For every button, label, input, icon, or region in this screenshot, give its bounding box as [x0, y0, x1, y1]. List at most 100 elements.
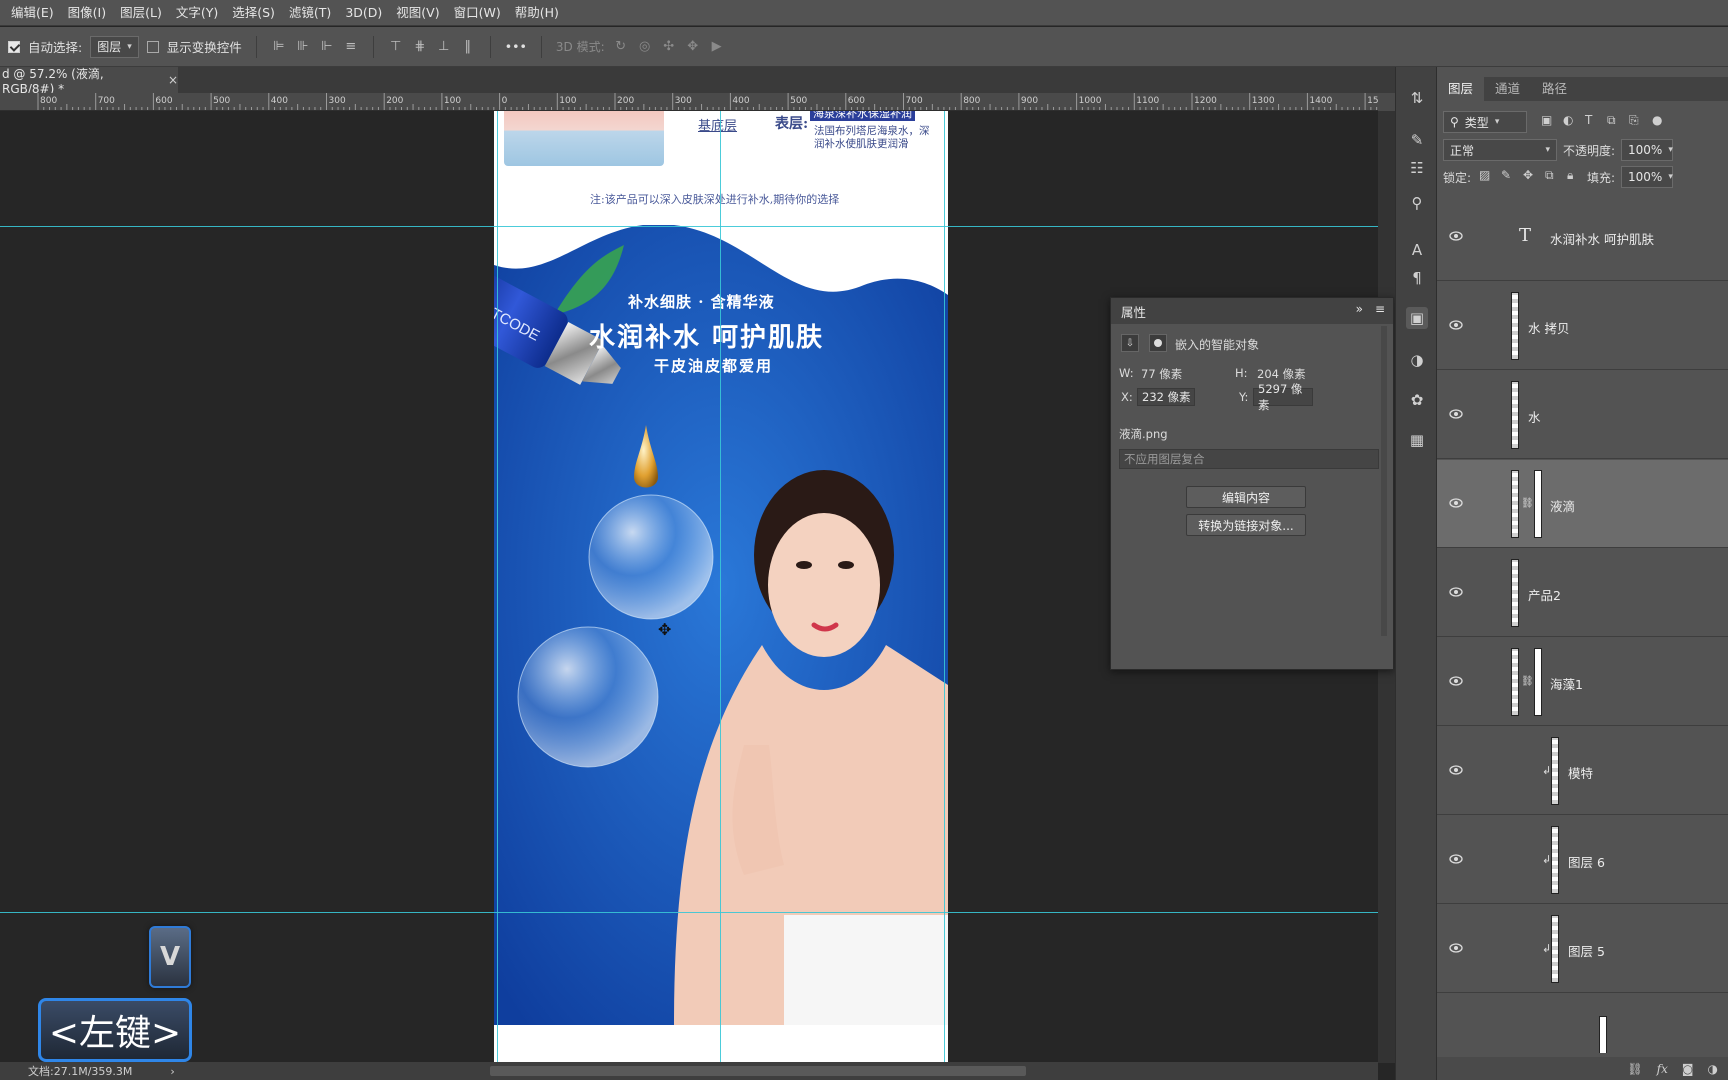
properties-header[interactable]: 属性 » ≡: [1111, 298, 1393, 324]
fill-field[interactable]: 100% ▾: [1621, 166, 1673, 188]
y-position-field[interactable]: 5297 像素: [1253, 382, 1313, 412]
guide-vertical[interactable]: [944, 111, 945, 1063]
height-value[interactable]: 204 像素: [1257, 366, 1306, 382]
layer-name[interactable]: 图层 6: [1568, 852, 1605, 871]
link-icon[interactable]: ⛓: [1521, 498, 1534, 509]
3d-pan-icon[interactable]: ✣: [661, 39, 677, 55]
lock-position-icon[interactable]: ✥: [1523, 168, 1533, 182]
layer-row[interactable]: T 水润补水 呵护肌肤: [1437, 193, 1728, 281]
distribute-horizontal-icon[interactable]: ‖: [460, 39, 476, 55]
properties-icon[interactable]: ▣: [1406, 307, 1428, 329]
lock-artboard-icon[interactable]: ⧉: [1545, 168, 1554, 183]
link-layers-icon[interactable]: ⛓: [1627, 1062, 1642, 1076]
close-icon[interactable]: ×: [168, 73, 178, 87]
tab-layers[interactable]: 图层: [1437, 77, 1485, 101]
layer-row[interactable]: 水 拷贝: [1437, 282, 1728, 370]
guide-vertical[interactable]: [497, 111, 498, 1063]
guide-horizontal[interactable]: [0, 912, 1378, 913]
filter-pixel-icon[interactable]: ▣: [1541, 113, 1552, 127]
layer-row[interactable]: 水: [1437, 371, 1728, 459]
layer-row-selected[interactable]: ⛓ 液滴: [1437, 460, 1728, 548]
layer-row[interactable]: ↲ 图层 5: [1437, 905, 1728, 993]
align-hcenter-icon[interactable]: ⊪: [295, 39, 311, 55]
width-value[interactable]: 77 像素: [1141, 366, 1182, 382]
distribute-vertical-icon[interactable]: ≡: [343, 39, 359, 55]
eye-icon[interactable]: [1449, 587, 1463, 597]
align-vcenter-icon[interactable]: ⋕: [412, 39, 428, 55]
tab-channels[interactable]: 通道: [1484, 77, 1531, 101]
align-bottom-icon[interactable]: ⊥: [436, 39, 452, 55]
properties-scrollbar[interactable]: [1381, 326, 1387, 636]
menu-layer[interactable]: 图层(L): [113, 0, 169, 26]
layer-row[interactable]: ⛓ 海藻1: [1437, 638, 1728, 726]
3d-camera-icon[interactable]: ▶: [709, 39, 725, 55]
align-right-icon[interactable]: ⊩: [319, 39, 335, 55]
adjustments-icon[interactable]: ◑: [1406, 349, 1428, 371]
lock-transparency-icon[interactable]: ▨: [1479, 168, 1490, 182]
menu-window[interactable]: 窗口(W): [447, 0, 508, 26]
menu-edit[interactable]: 编辑(E): [4, 0, 61, 26]
convert-to-linked-button[interactable]: 转换为链接对象...: [1186, 514, 1306, 536]
layer-row[interactable]: 产品2: [1437, 549, 1728, 637]
layer-row[interactable]: ↲ 模特: [1437, 727, 1728, 815]
menu-type[interactable]: 文字(Y): [169, 0, 225, 26]
add-mask-icon[interactable]: ◙: [1682, 1062, 1694, 1076]
layer-name[interactable]: 海藻1: [1550, 674, 1583, 693]
menu-3d[interactable]: 3D(D): [338, 0, 389, 26]
character-icon[interactable]: A: [1406, 239, 1428, 261]
menu-select[interactable]: 选择(S): [225, 0, 282, 26]
3d-roll-icon[interactable]: ◎: [637, 39, 653, 55]
layer-row[interactable]: ↲ 图层 6: [1437, 816, 1728, 904]
show-transform-checkbox[interactable]: [146, 40, 159, 53]
brush-icon[interactable]: ✎: [1406, 129, 1428, 151]
banner-image[interactable]: WETCODE 补水细肤 · 含精华液 水润补水 呵护肌肤 干皮油皮都爱用 ✥: [494, 225, 948, 1025]
eye-icon[interactable]: [1449, 409, 1463, 419]
eye-icon[interactable]: [1449, 943, 1463, 953]
filter-smart-icon[interactable]: ⎘: [1629, 113, 1639, 128]
layer-name[interactable]: 图层 5: [1568, 941, 1605, 960]
edit-contents-button[interactable]: 编辑内容: [1186, 486, 1306, 508]
opacity-field[interactable]: 100% ▾: [1621, 139, 1673, 161]
eye-icon[interactable]: [1449, 676, 1463, 686]
new-adjustment-icon[interactable]: ◑: [1708, 1062, 1718, 1076]
menu-filter[interactable]: 滤镜(T): [282, 0, 338, 26]
layer-name[interactable]: 产品2: [1528, 585, 1561, 604]
mask-icon[interactable]: [1149, 334, 1167, 352]
status-arrow-icon[interactable]: ›: [170, 1065, 174, 1078]
auto-select-checkbox[interactable]: [8, 40, 20, 53]
eye-icon[interactable]: [1449, 320, 1463, 330]
layer-mask-thumbnail[interactable]: [1534, 470, 1542, 538]
layer-name[interactable]: 水润补水 呵护肌肤: [1550, 229, 1654, 248]
3d-slide-icon[interactable]: ✥: [685, 39, 701, 55]
layer-name[interactable]: 水: [1528, 407, 1541, 426]
grid-icon[interactable]: ▦: [1406, 429, 1428, 451]
clone-source-icon[interactable]: ⚲: [1406, 192, 1428, 214]
eye-icon[interactable]: [1449, 854, 1463, 864]
layer-name[interactable]: 液滴: [1550, 496, 1575, 515]
filter-shape-icon[interactable]: ⧉: [1607, 113, 1616, 128]
collapse-icon[interactable]: »: [1356, 302, 1363, 316]
history-icon[interactable]: ⇅: [1406, 87, 1428, 109]
layer-filter-dropdown[interactable]: ⚲ 类型 ▾: [1443, 111, 1527, 133]
layer-row-partial[interactable]: [1437, 994, 1728, 1053]
brush-settings-icon[interactable]: ☷: [1406, 157, 1428, 179]
blend-mode-dropdown[interactable]: 正常 ▾: [1443, 139, 1557, 161]
paragraph-icon[interactable]: ¶: [1406, 267, 1428, 289]
layer-name[interactable]: 模特: [1568, 763, 1593, 782]
filter-toggle-icon[interactable]: ●: [1652, 113, 1662, 127]
horizontal-ruler[interactable]: 800 700 600 500 400 300 200 100 0 100 200 300 400 500…: [0, 93, 1378, 111]
swatches-icon[interactable]: ✿: [1406, 389, 1428, 411]
eye-icon[interactable]: [1449, 498, 1463, 508]
filter-type-icon[interactable]: T: [1585, 113, 1592, 127]
align-left-icon[interactable]: ⊫: [271, 39, 287, 55]
artboard[interactable]: 基底层 表层: 海泉深补水保湿补润 法国布列塔尼海泉水，深 润补水使肌肤更润滑 …: [494, 111, 948, 1063]
x-position-field[interactable]: 232 像素: [1137, 388, 1195, 406]
horizontal-scrollbar-thumb[interactable]: [490, 1066, 1026, 1076]
align-top-icon[interactable]: ⊤: [388, 39, 404, 55]
menu-image[interactable]: 图像(I): [61, 0, 113, 26]
menu-view[interactable]: 视图(V): [389, 0, 446, 26]
lock-all-icon[interactable]: 🔒︎: [1567, 168, 1573, 183]
guide-horizontal[interactable]: [0, 226, 1378, 227]
link-icon[interactable]: ⛓: [1521, 676, 1534, 687]
more-options-button[interactable]: •••: [505, 39, 527, 54]
